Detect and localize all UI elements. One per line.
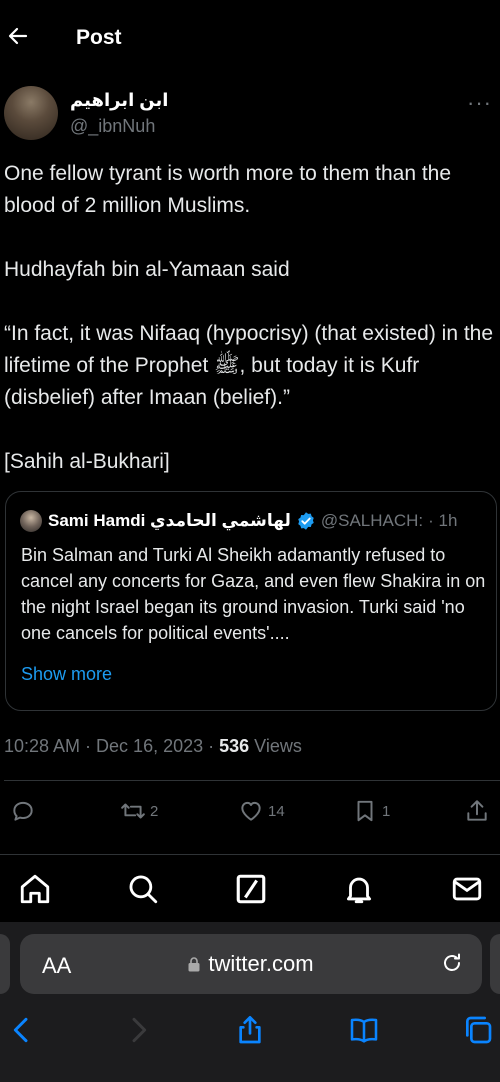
back-arrow-icon[interactable] — [6, 24, 30, 48]
quoted-post-header: Sami Hamdi لهاشمي الحامدي @SALHACH: · 1h — [20, 510, 490, 532]
post-paragraph: Hudhayfah bin al-Yamaan said — [4, 258, 290, 281]
post-timestamp[interactable]: 10:28 AM · Dec 16, 2023 · — [4, 736, 219, 756]
like-button[interactable]: 14 — [238, 798, 285, 824]
bookmark-count: 1 — [382, 802, 391, 820]
show-more-link[interactable]: Show more — [21, 664, 112, 685]
messages-envelope-icon[interactable] — [450, 872, 484, 906]
quoted-text: Bin Salman and Turki Al Sheikh adamantly… — [21, 545, 486, 643]
post-author: ابن ابراهيم @_ibnNuh ··· — [0, 86, 500, 146]
search-icon[interactable] — [126, 872, 160, 906]
divider — [4, 780, 500, 781]
notifications-bell-icon[interactable] — [342, 872, 376, 906]
browser-back-icon[interactable] — [6, 1014, 38, 1046]
post-paragraph: “In fact, it was Nifaaq (hypocrisy) (tha… — [4, 322, 494, 409]
divider — [0, 854, 500, 855]
tabs-icon[interactable] — [462, 1014, 494, 1046]
reply-button[interactable] — [10, 798, 36, 824]
browser-forward-icon[interactable] — [122, 1014, 154, 1046]
views-label: Views — [249, 736, 302, 756]
browser-toolbar: AA twitter.com — [0, 922, 500, 1082]
views-count[interactable]: 536 — [219, 736, 249, 756]
quoted-display-name: Sami Hamdi لهاشمي الحامدي — [48, 511, 291, 530]
quoted-time: · 1h — [428, 511, 458, 530]
post-paragraph: One fellow tyrant is worth more to them … — [4, 162, 452, 217]
address-bar[interactable]: AA twitter.com — [20, 934, 482, 994]
url-text: twitter.com — [208, 951, 314, 976]
next-tab-stub[interactable] — [490, 934, 500, 994]
reply-icon — [13, 801, 33, 821]
share-button[interactable] — [464, 798, 490, 824]
grok-icon[interactable] — [234, 872, 268, 906]
bottom-tab-bar — [0, 856, 500, 922]
repost-button[interactable]: 2 — [120, 798, 158, 824]
quoted-avatar — [20, 510, 42, 532]
home-icon[interactable] — [18, 872, 52, 906]
post-text: One fellow tyrant is worth more to them … — [4, 158, 498, 478]
lock-icon — [188, 957, 200, 972]
heart-icon — [241, 801, 261, 821]
repost-count: 2 — [150, 802, 159, 820]
bookmark-button[interactable]: 1 — [352, 798, 390, 824]
reload-icon[interactable] — [440, 951, 464, 975]
repost-icon — [121, 803, 145, 819]
share-icon — [467, 800, 487, 821]
browser-share-icon[interactable] — [234, 1014, 266, 1046]
more-options-button[interactable]: ··· — [467, 90, 492, 116]
quoted-handle: @SALHACH: — [320, 511, 424, 530]
url-display[interactable]: twitter.com — [20, 951, 482, 977]
bookmark-icon — [357, 800, 373, 822]
post-paragraph: [Sahih al-Bukhari] — [4, 450, 170, 473]
author-handle[interactable]: @_ibnNuh — [70, 116, 155, 137]
verified-badge-icon — [298, 512, 314, 530]
post-meta: 10:28 AM · Dec 16, 2023 · 536 Views — [4, 736, 302, 757]
bookmarks-book-icon[interactable] — [348, 1014, 380, 1046]
avatar[interactable] — [4, 86, 58, 140]
top-bar: Post — [0, 0, 500, 78]
quoted-post-card[interactable]: Sami Hamdi لهاشمي الحامدي @SALHACH: · 1h… — [5, 491, 497, 711]
author-display-name[interactable]: ابن ابراهيم — [70, 90, 168, 111]
like-count: 14 — [268, 802, 285, 820]
page-title: Post — [76, 26, 122, 49]
previous-tab-stub[interactable] — [0, 934, 10, 994]
action-bar: 2 14 1 — [0, 798, 500, 830]
